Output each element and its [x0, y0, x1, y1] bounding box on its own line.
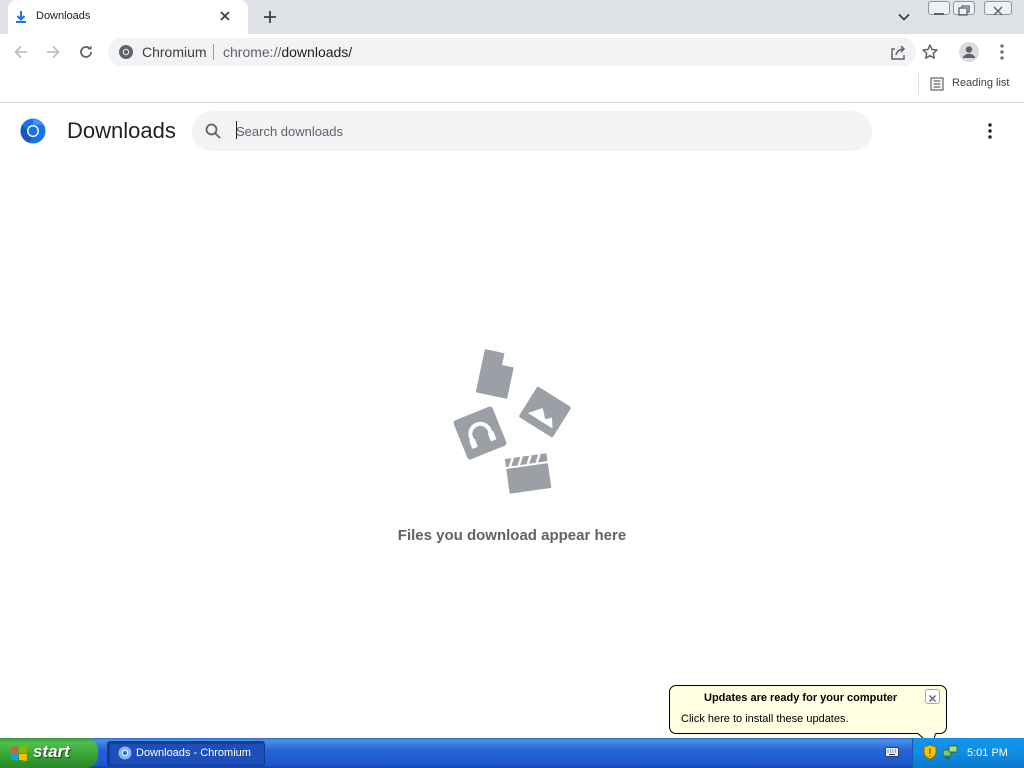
- image-icon: [519, 386, 571, 438]
- search-input[interactable]: [236, 121, 836, 141]
- share-icon[interactable]: [889, 44, 907, 62]
- windows-flag-icon: [11, 745, 27, 761]
- reading-list-icon[interactable]: [930, 77, 944, 91]
- search-icon: [205, 123, 221, 139]
- bookmarks-bar: [0, 70, 1024, 103]
- text-caret: [236, 121, 237, 139]
- tab-title: Downloads: [36, 10, 91, 22]
- close-icon: [929, 695, 936, 702]
- update-shield-icon: [671, 688, 689, 706]
- reading-list-button[interactable]: Reading list: [952, 77, 1009, 89]
- security-shield-icon[interactable]: [922, 744, 938, 760]
- back-icon[interactable]: [12, 43, 30, 61]
- close-icon: [993, 6, 1003, 16]
- download-icon: [16, 11, 26, 23]
- url-text[interactable]: chrome://downloads/: [223, 44, 352, 60]
- video-icon: [504, 453, 552, 494]
- empty-state-message: Files you download appear here: [397, 527, 627, 544]
- tab-search-chevron-icon[interactable]: [897, 10, 911, 24]
- tab-close-icon[interactable]: [217, 8, 233, 24]
- minimize-icon: [934, 13, 944, 15]
- empty-state-illustration: [453, 349, 571, 494]
- keyboard-icon[interactable]: [885, 746, 899, 758]
- chromium-site-icon[interactable]: [118, 44, 134, 60]
- more-actions-icon[interactable]: [982, 121, 998, 141]
- site-name: Chromium: [142, 44, 207, 60]
- network-icon[interactable]: [942, 744, 958, 760]
- minimize-button[interactable]: [928, 1, 950, 15]
- browser-menu-icon[interactable]: [995, 43, 1009, 61]
- profile-avatar-icon[interactable]: [958, 41, 980, 63]
- bookmarks-separator: [918, 74, 919, 94]
- close-button[interactable]: [984, 1, 1012, 16]
- page-title: Downloads: [67, 118, 176, 143]
- chromium-logo-icon: [20, 118, 46, 144]
- chromium-icon: [118, 746, 132, 760]
- notification-close-button[interactable]: [925, 689, 940, 704]
- audio-icon: [453, 406, 507, 460]
- taskbar-item-label: Downloads - Chromium: [136, 747, 251, 759]
- document-icon: [475, 349, 514, 399]
- notification-title: Updates are ready for your computer: [704, 692, 898, 704]
- address-separator: [213, 44, 214, 60]
- bookmark-star-icon[interactable]: [921, 43, 939, 61]
- restore-icon: [958, 5, 970, 16]
- restore-button[interactable]: [953, 1, 975, 16]
- reload-icon[interactable]: [77, 43, 95, 61]
- clock: 5:01 PM: [967, 747, 1008, 759]
- notification-text[interactable]: Click here to install these updates.: [681, 713, 849, 725]
- start-label: start: [33, 742, 70, 761]
- forward-icon[interactable]: [44, 43, 62, 61]
- new-tab-icon[interactable]: [262, 9, 278, 25]
